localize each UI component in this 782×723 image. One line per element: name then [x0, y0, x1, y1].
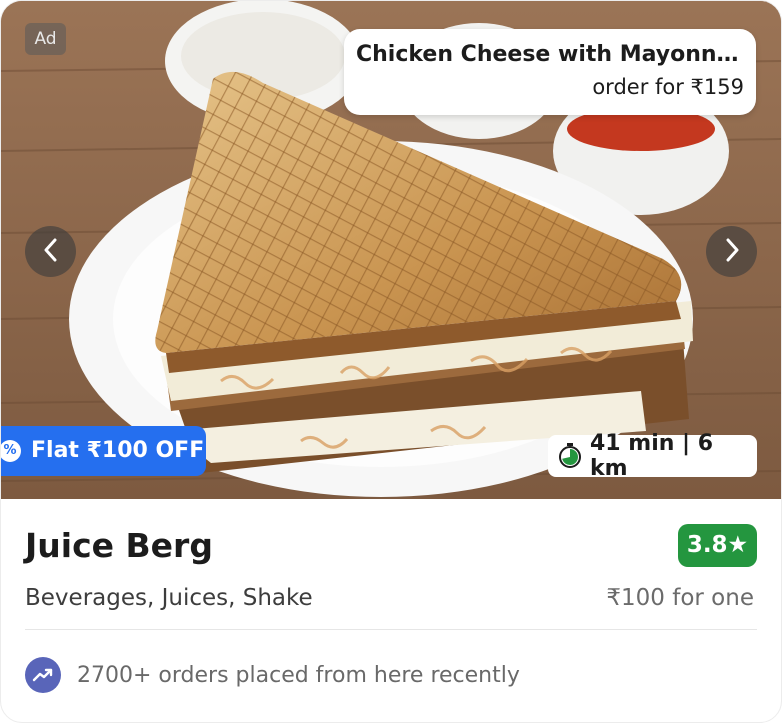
- restaurant-name[interactable]: Juice Berg: [25, 523, 213, 569]
- divider: [25, 629, 757, 630]
- dish-photo[interactable]: Ad Chicken Cheese with Mayonnai... order…: [1, 1, 781, 499]
- delivery-eta-text: 41 min | 6 km: [590, 431, 714, 481]
- featured-dish-price: order for ₹159: [592, 75, 744, 99]
- chevron-right-icon: [722, 237, 742, 267]
- carousel-next-button[interactable]: [706, 226, 757, 277]
- timer-icon: [558, 443, 582, 469]
- ad-tag: Ad: [25, 23, 66, 55]
- offer-badge: % Flat ₹100 OFF: [1, 426, 206, 476]
- recent-orders-text: 2700+ orders placed from here recently: [77, 663, 520, 688]
- trending-up-icon: [25, 657, 61, 693]
- rating-badge: 3.8★: [678, 524, 757, 567]
- featured-dish-box[interactable]: Chicken Cheese with Mayonnai... order fo…: [344, 29, 756, 115]
- price-for-one: ₹100 for one: [606, 585, 754, 611]
- cuisine-list: Beverages, Juices, Shake: [25, 585, 313, 611]
- offer-label: Flat ₹100 OFF: [31, 438, 205, 463]
- chevron-left-icon: [41, 237, 61, 267]
- delivery-eta-pill: 41 min | 6 km: [548, 431, 757, 481]
- percent-badge-icon: %: [1, 440, 21, 462]
- carousel-prev-button[interactable]: [25, 226, 76, 277]
- featured-dish-name: Chicken Cheese with Mayonnai...: [356, 42, 744, 67]
- restaurant-card[interactable]: Ad Chicken Cheese with Mayonnai... order…: [0, 0, 782, 723]
